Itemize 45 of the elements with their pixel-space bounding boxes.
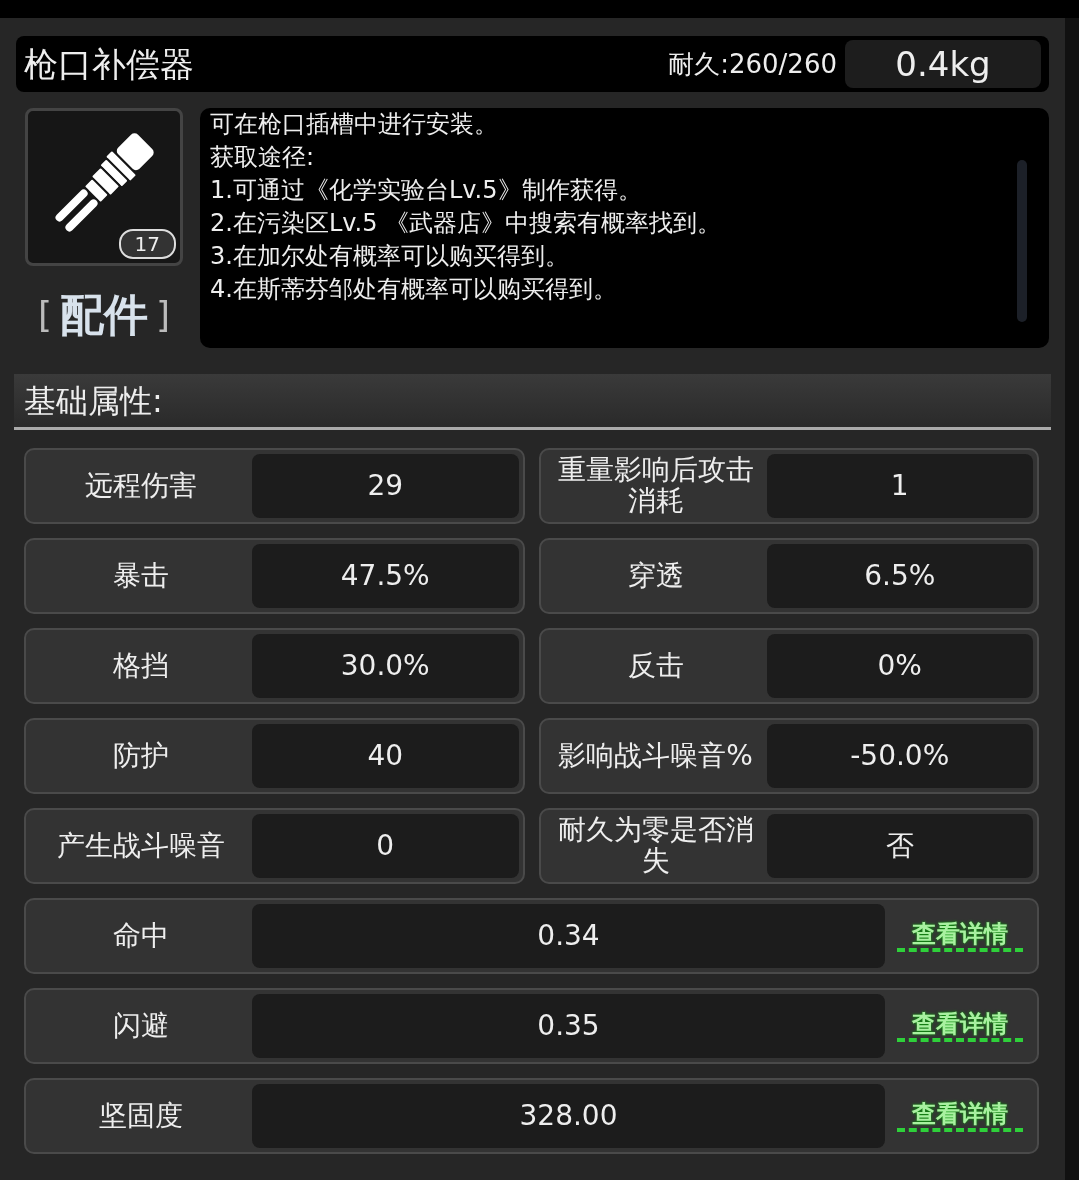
- stat-value: 0: [252, 814, 519, 878]
- count-badge: 17: [118, 229, 176, 259]
- durability-text: 耐久:260/260: [668, 47, 837, 81]
- item-slot[interactable]: 17: [25, 108, 183, 266]
- item-name: 枪口补偿器: [24, 42, 195, 86]
- bracket-text: [: [37, 293, 52, 337]
- description-line: 2.在污染区Lv.5 《武器店》中搜索有概率找到。: [210, 208, 723, 239]
- stat-label: 坚固度: [98, 1097, 184, 1134]
- category-label: 配件: [60, 288, 148, 342]
- stat-value: 47.5%: [252, 544, 519, 608]
- stat-label: 影响战斗噪音%: [557, 737, 754, 774]
- stat-label: 格挡: [112, 647, 170, 684]
- description-line: 获取途径:: [210, 142, 316, 173]
- stat-label: 反击: [626, 647, 685, 684]
- details-link[interactable]: 查看详情: [897, 919, 1023, 953]
- stat-value: 6.5%: [766, 544, 1033, 608]
- scrollbar[interactable]: [1017, 160, 1027, 322]
- stat-label: 重量影响后攻击消耗: [556, 454, 755, 518]
- stat-label: 闪避: [112, 1007, 170, 1044]
- stat-label: 暴击: [112, 557, 170, 594]
- description-line: 1.可通过《化学实验台Lv.5》制作获得。: [210, 175, 643, 206]
- stat-value: 0.34: [252, 904, 885, 968]
- details-link[interactable]: 查看详情: [897, 1099, 1023, 1133]
- stat-value: 0%: [766, 634, 1033, 698]
- stat-label: 命中: [112, 917, 170, 954]
- stat-label: 防护: [112, 737, 170, 774]
- bracket-text: ]: [156, 293, 171, 337]
- stat-value: 0.35: [252, 994, 885, 1058]
- stat-value: 40: [252, 724, 519, 788]
- stat-label: 耐久为零是否消失: [556, 814, 755, 878]
- description-line: 可在枪口插槽中进行安装。: [210, 109, 499, 140]
- stat-value: 30.0%: [252, 634, 519, 698]
- stat-label: 产生战斗噪音: [56, 827, 226, 864]
- weight-text: 0.4kg: [845, 40, 1041, 88]
- section-title: 基础属性:: [24, 380, 163, 422]
- stat-label: 远程伤害: [84, 467, 198, 504]
- description-line: 4.在斯蒂芬邹处有概率可以购买得到。: [210, 274, 618, 305]
- stat-label: 穿透: [626, 557, 685, 594]
- stat-value: 1: [766, 454, 1033, 518]
- stat-value: 328.00: [252, 1084, 885, 1148]
- description-line: 3.在加尔处有概率可以购买得到。: [210, 241, 570, 272]
- stat-value: 29: [252, 454, 519, 518]
- stat-value: -50.0%: [766, 724, 1033, 788]
- stat-value: 否: [766, 814, 1033, 878]
- details-link[interactable]: 查看详情: [897, 1009, 1023, 1043]
